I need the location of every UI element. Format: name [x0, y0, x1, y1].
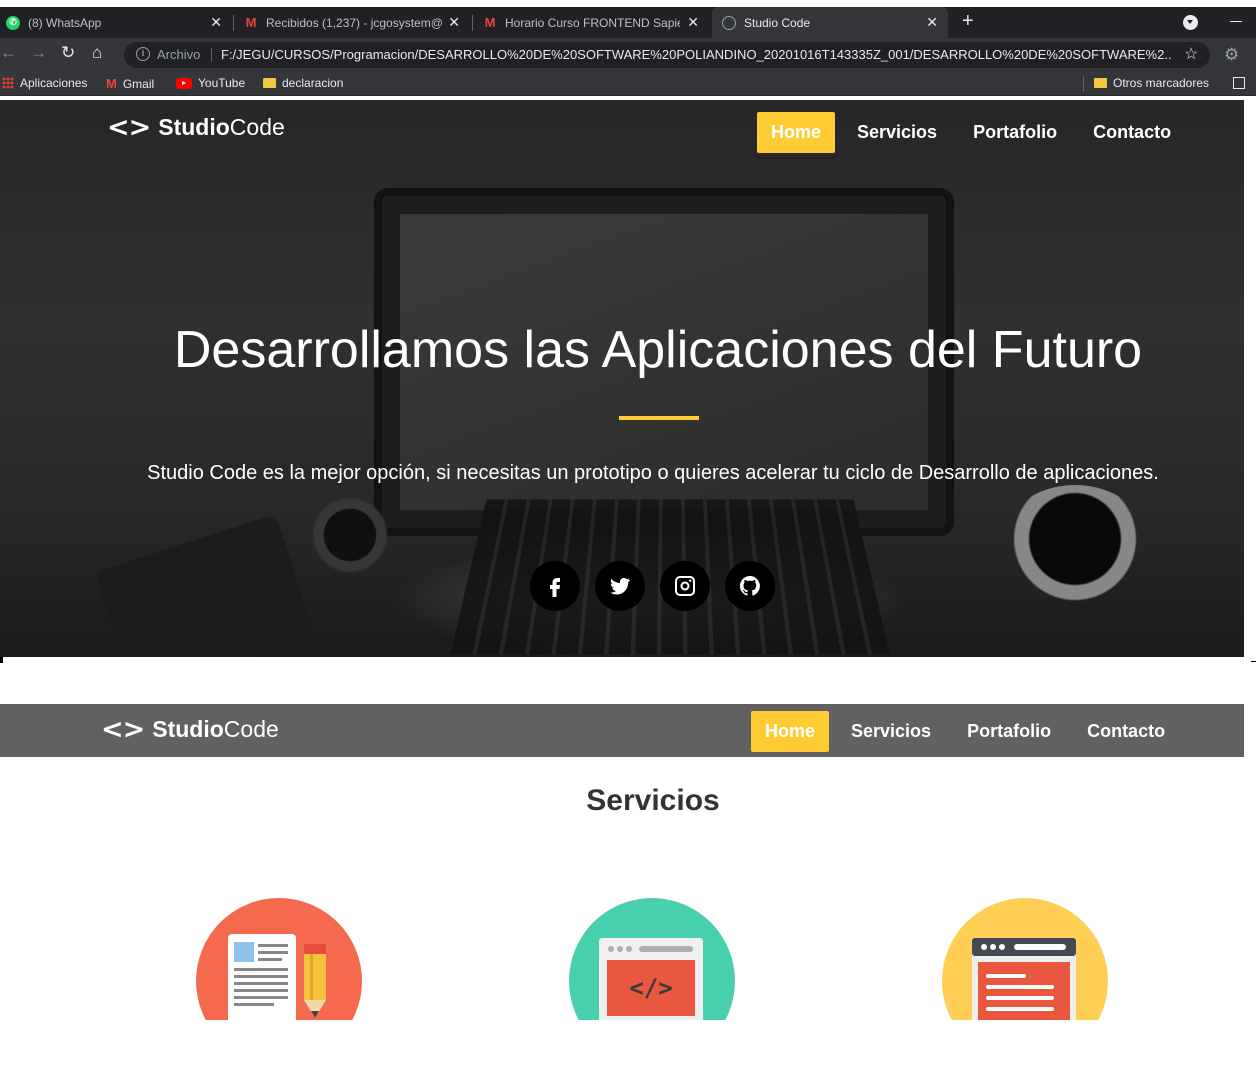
- main-menu: Home Servicios Portafolio Contacto: [743, 711, 1179, 752]
- tab-gmail-horario[interactable]: M Horario Curso FRONTEND Sapier ✕: [477, 7, 709, 38]
- new-tab-icon[interactable]: +: [962, 10, 974, 33]
- back-icon[interactable]: ←: [0, 43, 17, 63]
- hero-description: Studio Code es la mejor opción, si neces…: [147, 462, 1159, 484]
- tab-title: (8) WhatsApp: [28, 15, 102, 30]
- main-navbar: <> Studio Code Home Servicios Portafolio…: [0, 100, 1244, 156]
- info-icon[interactable]: i: [136, 47, 150, 61]
- site-logo[interactable]: <> Studio Code: [101, 714, 279, 745]
- address-separator: [211, 48, 212, 62]
- service-card-design[interactable]: [196, 898, 362, 1020]
- gmail-icon: M: [484, 15, 496, 30]
- bookmark-label: declaracion: [282, 76, 344, 90]
- tab-studio-code[interactable]: Studio Code ✕: [712, 7, 948, 38]
- bookmarks-bar: Aplicaciones M Gmail YouTube declaracion…: [0, 72, 1256, 96]
- reload-icon[interactable]: ↻: [61, 43, 75, 63]
- reading-list-icon[interactable]: [1233, 77, 1245, 89]
- menu-contacto[interactable]: Contacto: [1073, 711, 1179, 752]
- extension-gear-icon[interactable]: ⚙: [1224, 45, 1239, 65]
- sticky-navbar: <> Studio Code Home Servicios Portafolio…: [0, 704, 1244, 757]
- browser-layout-icon: [972, 938, 1076, 1020]
- gmail-icon: M: [106, 76, 117, 91]
- social-links: [530, 561, 790, 611]
- bookmark-other[interactable]: Otros marcadores: [1094, 76, 1209, 90]
- bookmark-label: Otros marcadores: [1113, 76, 1210, 90]
- bookmarks-separator: [1083, 76, 1084, 92]
- main-menu: Home Servicios Portafolio Contacto: [749, 112, 1185, 153]
- logo-light-text: Code: [223, 716, 279, 742]
- menu-servicios[interactable]: Servicios: [837, 711, 945, 752]
- menu-portafolio[interactable]: Portafolio: [953, 711, 1065, 752]
- tab-gmail-inbox[interactable]: M Recibidos (1,237) - jcgosystem@ ✕: [238, 7, 470, 38]
- svg-text:</>: </>: [629, 974, 672, 1002]
- tab-search-icon[interactable]: [1183, 15, 1198, 30]
- instagram-icon[interactable]: [660, 561, 710, 611]
- bookmark-label: Gmail: [122, 76, 155, 91]
- document-pencil-icon: [228, 934, 326, 1020]
- youtube-icon: [176, 77, 192, 89]
- github-icon[interactable]: [725, 561, 775, 611]
- tab-bar: ✆ (8) WhatsApp ✕ M Recibidos (1,237) - j…: [0, 7, 1256, 38]
- service-card-web[interactable]: [942, 898, 1108, 1020]
- tab-separator: [472, 15, 473, 31]
- bookmark-declaracion[interactable]: declaracion: [263, 76, 343, 90]
- close-icon[interactable]: ✕: [926, 14, 938, 31]
- page-edge-mark: [0, 657, 3, 663]
- site-logo[interactable]: <> Studio Code: [107, 112, 285, 143]
- twitter-icon[interactable]: [595, 561, 645, 611]
- menu-home[interactable]: Home: [751, 711, 830, 752]
- tab-title: Horario Curso FRONTEND Sapier: [505, 15, 680, 30]
- bookmark-youtube[interactable]: YouTube: [176, 76, 245, 90]
- address-scheme-label: Archivo: [157, 47, 201, 62]
- hero-section: <> Studio Code Home Servicios Portafolio…: [0, 100, 1244, 657]
- close-icon[interactable]: ✕: [448, 14, 460, 31]
- code-brackets-icon: <>: [101, 714, 145, 745]
- logo-light-text: Code: [229, 114, 285, 140]
- folder-icon: [263, 78, 276, 88]
- code-brackets-icon: <>: [107, 112, 151, 143]
- menu-portafolio[interactable]: Portafolio: [959, 112, 1071, 153]
- whatsapp-icon: ✆: [6, 15, 20, 30]
- hero-divider: [619, 416, 699, 420]
- bookmark-label: Aplicaciones: [20, 76, 88, 90]
- code-window-icon: </>: [599, 938, 703, 1020]
- globe-icon: [722, 15, 736, 30]
- hero-title: Desarrollamos las Aplicaciones del Futur…: [173, 321, 1143, 379]
- apps-grid-icon: [2, 77, 14, 89]
- bookmark-apps[interactable]: Aplicaciones: [2, 76, 87, 90]
- bookmark-gmail[interactable]: M Gmail: [106, 76, 154, 91]
- page-edge-mark: [1251, 661, 1256, 662]
- bookmark-label: YouTube: [198, 76, 246, 90]
- browser-toolbar: ← → ↻ ⌂ i Archivo F:/JEGU/CURSOS/Program…: [0, 38, 1256, 72]
- services-title: Servicios: [586, 784, 720, 817]
- tab-title: Studio Code: [744, 15, 811, 30]
- tab-separator: [233, 15, 234, 31]
- minimize-icon[interactable]: [1230, 21, 1242, 22]
- menu-home[interactable]: Home: [757, 112, 836, 153]
- logo-bold-text: Studio: [158, 114, 230, 140]
- logo-bold-text: Studio: [152, 716, 224, 742]
- tab-title: Recibidos (1,237) - jcgosystem@: [266, 15, 443, 30]
- menu-servicios[interactable]: Servicios: [843, 112, 951, 153]
- folder-icon: [1094, 78, 1107, 88]
- menu-contacto[interactable]: Contacto: [1079, 112, 1185, 153]
- service-card-development[interactable]: </>: [569, 898, 735, 1020]
- gmail-icon: M: [245, 15, 257, 30]
- tab-whatsapp[interactable]: ✆ (8) WhatsApp ✕: [0, 7, 232, 38]
- bookmark-star-icon[interactable]: ☆: [1184, 44, 1198, 64]
- address-bar[interactable]: i Archivo F:/JEGU/CURSOS/Programacion/DE…: [124, 42, 1210, 68]
- forward-icon[interactable]: →: [30, 43, 47, 63]
- window-top-gap: [0, 0, 1256, 7]
- close-icon[interactable]: ✕: [210, 14, 222, 31]
- home-icon[interactable]: ⌂: [92, 43, 102, 63]
- address-url[interactable]: F:/JEGU/CURSOS/Programacion/DESARROLLO%2…: [221, 47, 1171, 62]
- facebook-icon[interactable]: [530, 561, 580, 611]
- close-icon[interactable]: ✕: [687, 14, 699, 31]
